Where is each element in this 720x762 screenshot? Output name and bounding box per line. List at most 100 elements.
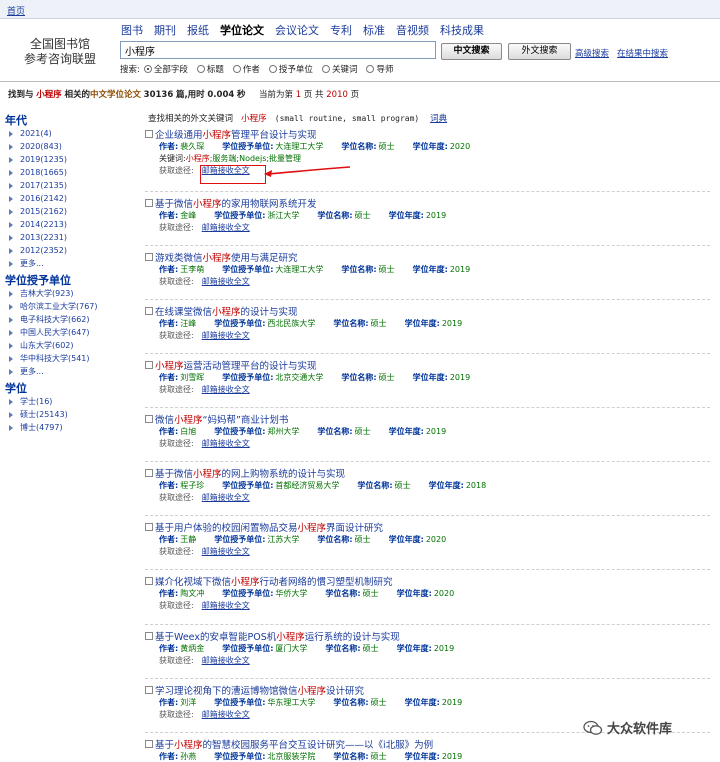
radio-icon[interactable] (143, 65, 152, 73)
facet-item[interactable]: 2014(2213) (5, 218, 141, 231)
scope-unit[interactable]: 授予单位 (268, 63, 313, 75)
result-title-link[interactable]: 基于用户体验的校园闲置物品交易小程序界面设计研究 (155, 520, 383, 534)
facet-item[interactable]: 2020(843) (5, 140, 141, 153)
facet-item[interactable]: 哈尔滨工业大学(767) (5, 300, 141, 313)
result-title-link[interactable]: 小程序运营活动管理平台的设计与实现 (155, 358, 317, 372)
tab-books[interactable]: 图书 (121, 22, 143, 38)
facet-item[interactable]: 2013(2231) (5, 231, 141, 244)
result-checkbox[interactable] (145, 361, 153, 369)
radio-icon[interactable] (232, 65, 241, 73)
result-title-link[interactable]: 基于微信小程序的家用物联网系统开发 (155, 196, 317, 210)
result-title-link[interactable]: 游戏类微信小程序使用与满足研究 (155, 250, 298, 264)
site-logo[interactable]: 全国图书馆 参考咨询联盟 (14, 37, 106, 67)
unit-value[interactable]: 华侨大学 (275, 588, 307, 599)
unit-value[interactable]: 大连理工大学 (275, 141, 323, 152)
facet-item[interactable]: 更多... (5, 257, 141, 270)
facet-item[interactable]: 2019(1235) (5, 153, 141, 166)
email-fulltext-link[interactable]: 邮箱接收全文 (202, 492, 250, 503)
unit-value[interactable]: 大连理工大学 (275, 264, 323, 275)
author-value[interactable]: 白旭 (180, 426, 196, 437)
tab-videos[interactable]: 音视频 (396, 22, 429, 38)
facet-item[interactable]: 硕士(25143) (5, 408, 141, 421)
result-checkbox[interactable] (145, 253, 153, 261)
facet-item[interactable]: 博士(4797) (5, 421, 141, 434)
unit-value[interactable]: 郑州大学 (267, 426, 299, 437)
email-fulltext-link[interactable]: 邮箱接收全文 (202, 600, 250, 611)
author-value[interactable]: 王李萌 (180, 264, 204, 275)
tab-newspapers[interactable]: 报纸 (187, 22, 209, 38)
unit-value[interactable]: 西北民族大学 (267, 318, 315, 329)
facet-item[interactable]: 2017(2135) (5, 179, 141, 192)
scope-all[interactable]: 全部字段 (143, 63, 188, 75)
facet-item[interactable]: 电子科技大学(662) (5, 313, 141, 326)
author-value[interactable]: 金峰 (180, 210, 196, 221)
unit-value[interactable]: 首都经济贸易大学 (275, 480, 339, 491)
facet-item[interactable]: 学士(16) (5, 395, 141, 408)
author-value[interactable]: 黄炳金 (180, 643, 204, 654)
tab-theses[interactable]: 学位论文 (220, 22, 264, 38)
tab-achievements[interactable]: 科技成果 (440, 22, 484, 38)
facet-item[interactable]: 2021(4) (5, 127, 141, 140)
author-value[interactable]: 刘洋 (180, 697, 196, 708)
radio-icon[interactable] (321, 65, 330, 73)
author-value[interactable]: 汪峰 (180, 318, 196, 329)
result-title-link[interactable]: 企业级通用小程序管理平台设计与实现 (155, 127, 317, 141)
email-fulltext-link[interactable]: 邮箱接收全文 (202, 438, 250, 449)
tab-patents[interactable]: 专利 (330, 22, 352, 38)
result-title-link[interactable]: 基于微信小程序的网上购物系统的设计与实现 (155, 466, 345, 480)
unit-value[interactable]: 北京交通大学 (275, 372, 323, 383)
radio-icon[interactable] (268, 65, 277, 73)
result-checkbox[interactable] (145, 130, 153, 138)
keyword-highlight[interactable]: 小程序 (186, 154, 210, 163)
email-fulltext-link[interactable]: 邮箱接收全文 (202, 276, 250, 287)
author-value[interactable]: 王静 (180, 534, 196, 545)
foreign-search-button[interactable]: 外文搜索 (508, 43, 571, 60)
email-fulltext-link[interactable]: 邮箱接收全文 (202, 546, 250, 557)
result-title-link[interactable]: 基于小程序的智慧校园服务平台交互设计研究——以《i北服》为例 (155, 737, 433, 751)
scope-advisor[interactable]: 导师 (366, 63, 393, 75)
chinese-search-button[interactable]: 中文搜索 (441, 43, 502, 60)
email-fulltext-link[interactable]: 邮箱接收全文 (202, 655, 250, 666)
tab-standards[interactable]: 标准 (363, 22, 385, 38)
email-fulltext-link[interactable]: 邮箱接收全文 (202, 709, 250, 720)
unit-value[interactable]: 华东理工大学 (267, 697, 315, 708)
result-checkbox[interactable] (145, 523, 153, 531)
author-value[interactable]: 陶文冲 (180, 588, 204, 599)
tab-journals[interactable]: 期刊 (154, 22, 176, 38)
result-title-link[interactable]: 在线课堂微信小程序的设计与实现 (155, 304, 298, 318)
scope-keyword[interactable]: 关键词 (321, 63, 357, 75)
result-title-link[interactable]: 学习理论视角下的漕运博物馆微信小程序设计研究 (155, 683, 364, 697)
facet-item[interactable]: 2015(2162) (5, 205, 141, 218)
author-value[interactable]: 程子珍 (180, 480, 204, 491)
advanced-search-link[interactable]: 高级搜索 (575, 47, 609, 59)
scope-author[interactable]: 作者 (232, 63, 260, 75)
result-checkbox[interactable] (145, 469, 153, 477)
unit-value[interactable]: 北京服装学院 (267, 751, 315, 762)
result-checkbox[interactable] (145, 415, 153, 423)
radio-icon[interactable] (196, 65, 205, 73)
unit-value[interactable]: 浙江大学 (267, 210, 299, 221)
unit-value[interactable]: 厦门大学 (275, 643, 307, 654)
facet-item[interactable]: 2016(2142) (5, 192, 141, 205)
unit-value[interactable]: 江苏大学 (267, 534, 299, 545)
result-checkbox[interactable] (145, 740, 153, 748)
result-checkbox[interactable] (145, 307, 153, 315)
author-value[interactable]: 裴久琛 (180, 141, 204, 152)
email-fulltext-link[interactable]: 邮箱接收全文 (202, 222, 250, 233)
result-checkbox[interactable] (145, 632, 153, 640)
radio-icon[interactable] (366, 65, 375, 73)
home-link[interactable]: 首页 (7, 4, 25, 17)
search-in-results-link[interactable]: 在结果中搜索 (617, 47, 668, 59)
author-value[interactable]: 孙燕 (180, 751, 196, 762)
keywords-rest[interactable]: ;服务端;Nodejs;批量管理 (210, 154, 301, 163)
result-checkbox[interactable] (145, 686, 153, 694)
facet-item[interactable]: 2018(1665) (5, 166, 141, 179)
email-fulltext-link[interactable]: 邮箱接收全文 (202, 330, 250, 341)
tab-conference-papers[interactable]: 会议论文 (275, 22, 319, 38)
result-title-link[interactable]: 媒介化视域下微信小程序行动者网络的慣习塑型机制研究 (155, 574, 393, 588)
result-checkbox[interactable] (145, 199, 153, 207)
facet-item[interactable]: 更多... (5, 365, 141, 378)
result-title-link[interactable]: 基于Weex的安卓智能POS机小程序运行系统的设计与实现 (155, 629, 400, 643)
facet-item[interactable]: 山东大学(602) (5, 339, 141, 352)
facet-item[interactable]: 2012(2352) (5, 244, 141, 257)
